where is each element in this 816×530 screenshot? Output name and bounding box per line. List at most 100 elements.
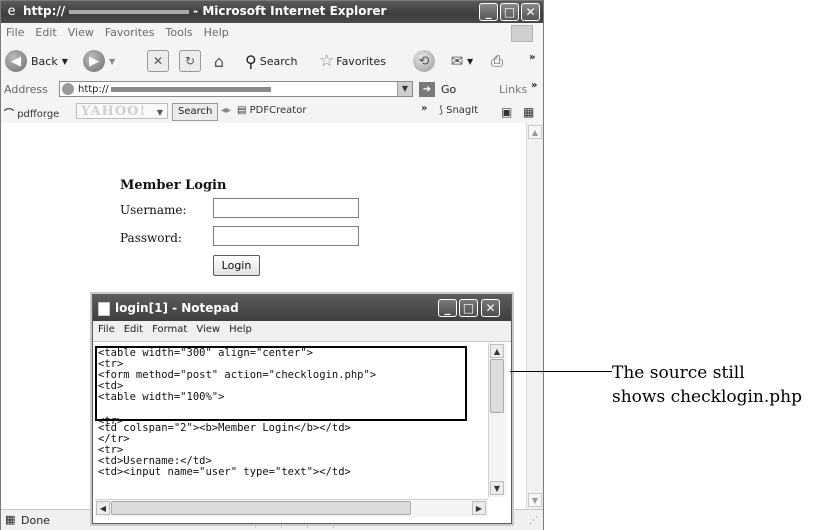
notepad-horizontal-scroll-thumb[interactable]	[111, 501, 411, 515]
scroll-down-arrow-icon[interactable]: ▼	[528, 493, 542, 507]
history-button[interactable]: ⟲	[413, 49, 439, 73]
notepad-menu-help[interactable]: Help	[224, 321, 256, 335]
menu-view[interactable]: View	[63, 23, 100, 39]
toolbar-overflow-chevron[interactable]: »	[529, 45, 535, 69]
links-toolbar: ⌒ pdfforge YAHOO! ▼ Search ◂▸ ▤ PDFCreato…	[1, 101, 543, 124]
callout-leader-line	[510, 371, 612, 372]
back-label: Back	[31, 54, 58, 68]
ie-page-icon: e	[7, 4, 16, 19]
scroll-up-arrow-icon[interactable]: ▲	[528, 125, 542, 139]
menu-tools[interactable]: Tools	[161, 23, 199, 39]
snagit-button[interactable]: ⟆ SnagIt	[439, 105, 478, 116]
maximize-button[interactable]: □	[500, 3, 519, 21]
pdfcreator-icon: ▤	[237, 105, 247, 116]
pdfcreator-button[interactable]: ▤ PDFCreator	[237, 105, 306, 116]
status-page-icon: ▦	[5, 513, 16, 526]
forward-button[interactable]: ▶ ▼	[83, 49, 115, 73]
source-line: <table width="100%">	[98, 391, 225, 403]
notepad-window: login[1] - Notepad _ □ ✕ File Edit Format V…	[92, 294, 512, 524]
home-button[interactable]: ⌂	[209, 49, 229, 73]
go-button[interactable]: Go	[441, 83, 456, 96]
snagit-editor-icon[interactable]: ▦	[523, 105, 534, 119]
username-input[interactable]	[213, 198, 359, 218]
pdfcreator-label: PDFCreator	[249, 105, 307, 116]
forward-arrow-icon: ▶	[83, 50, 105, 72]
notepad-title-bar[interactable]: login[1] - Notepad _ □ ✕	[93, 295, 511, 321]
search-button[interactable]: ⚲ Search	[245, 49, 298, 73]
status-text: Done	[21, 514, 50, 527]
mail-button[interactable]: ✉ ▼	[447, 49, 473, 73]
stop-icon: ✕	[147, 50, 169, 72]
callout-line-1: The source still	[612, 363, 745, 383]
notepad-icon	[98, 302, 110, 316]
address-dropdown-chevron-icon[interactable]: ▼	[397, 82, 412, 96]
yahoo-search-button[interactable]: Search	[172, 103, 219, 121]
windows-flag-icon	[511, 25, 533, 42]
menu-favorites[interactable]: Favorites	[100, 23, 161, 39]
notepad-menu-view[interactable]: View	[191, 321, 224, 335]
address-input[interactable]: http:// ▼	[59, 81, 413, 97]
browser-menu-bar: File Edit View Favorites Tools Help	[1, 23, 543, 44]
notepad-horizontal-scrollbar[interactable]: ◀ ▶	[95, 499, 488, 517]
notepad-title: login[1] - Notepad	[115, 301, 239, 315]
search-label: Search	[259, 54, 298, 68]
notepad-vertical-scroll-thumb[interactable]	[490, 359, 504, 413]
browser-title: http://- Microsoft Internet Explorer	[23, 4, 387, 18]
login-button[interactable]: Login	[213, 255, 260, 276]
callout-annotation: The source still shows checklogin.php	[612, 361, 802, 409]
notepad-minimize-button[interactable]: _	[438, 299, 457, 317]
username-label: Username:	[120, 203, 187, 217]
page-vertical-scrollbar[interactable]: ▲ ▼	[526, 123, 543, 509]
links-label[interactable]: Links	[499, 83, 527, 96]
browser-toolbar: ◀ Back ▼ ▶ ▼ ✕ ↻ ⌂ ⚲ Search ☆ Favorites ⟲ ✉ ▼ …	[1, 43, 543, 80]
toolbar-separator-icon: ◂▸	[221, 105, 232, 116]
favorites-button[interactable]: ☆ Favorites	[319, 49, 386, 73]
notepad-vertical-scrollbar[interactable]: ▲ ▼	[488, 343, 506, 497]
menu-help[interactable]: Help	[199, 23, 235, 39]
source-line: <td><input name="user" type="text"></td>	[98, 466, 351, 478]
star-icon: ☆	[319, 51, 335, 71]
stop-button[interactable]: ✕	[147, 49, 169, 73]
print-icon: ⎙	[490, 52, 503, 70]
address-label: Address	[4, 83, 48, 96]
pdfforge-logo: ⌒ pdfforge	[4, 109, 60, 120]
yahoo-search-box[interactable]: YAHOO! ▼	[76, 103, 168, 119]
source-line: <td colspan="2"><b>Member Login</b></td>	[98, 422, 351, 434]
minimize-button[interactable]: _	[479, 3, 498, 21]
password-label: Password:	[120, 231, 182, 245]
links-chevron-icon[interactable]: »	[531, 80, 537, 91]
notepad-scroll-left-icon[interactable]: ◀	[96, 501, 110, 515]
address-bar: Address http:// ▼ ➜ Go Links »	[1, 79, 543, 102]
notepad-scroll-up-icon[interactable]: ▲	[490, 344, 504, 358]
notepad-maximize-button[interactable]: □	[459, 299, 478, 317]
refresh-icon: ↻	[179, 50, 201, 72]
source-line: <table width="300" align="center">	[98, 347, 313, 359]
notepad-menu-edit[interactable]: Edit	[119, 321, 147, 335]
notepad-close-button[interactable]: ✕	[481, 299, 500, 317]
notepad-scroll-right-icon[interactable]: ▶	[472, 501, 486, 515]
login-title: Member Login	[120, 178, 227, 193]
back-button[interactable]: ◀ Back ▼	[5, 49, 68, 73]
links-toolbar-chevron-icon[interactable]: »	[421, 103, 427, 114]
print-button[interactable]: ⎙	[487, 49, 507, 73]
notepad-menu-bar: File Edit Format View Help	[93, 321, 511, 342]
notepad-scroll-down-icon[interactable]: ▼	[490, 481, 504, 495]
callout-line-2: shows checklogin.php	[612, 387, 802, 407]
menu-file[interactable]: File	[1, 23, 30, 39]
notepad-text-area[interactable]: <table width="300" align="center"> <tr> …	[95, 343, 488, 493]
resize-grip-icon[interactable]: ⋰	[529, 516, 538, 526]
browser-title-bar[interactable]: e http://- Microsoft Internet Explorer _…	[1, 1, 543, 23]
snagit-icon: ⟆	[439, 105, 443, 116]
menu-edit[interactable]: Edit	[30, 23, 62, 39]
refresh-button[interactable]: ↻	[179, 49, 201, 73]
yahoo-logo: YAHOO!	[81, 104, 147, 119]
home-icon: ⌂	[213, 51, 225, 71]
snagit-capture-icon[interactable]: ▣	[501, 105, 512, 119]
go-arrow-icon[interactable]: ➜	[419, 82, 435, 97]
close-button[interactable]: ✕	[521, 3, 540, 21]
notepad-menu-format[interactable]: Format	[147, 321, 191, 335]
password-input[interactable]	[213, 226, 359, 246]
page-globe-icon	[62, 83, 74, 95]
mail-icon: ✉	[450, 52, 464, 70]
notepad-menu-file[interactable]: File	[93, 321, 119, 335]
